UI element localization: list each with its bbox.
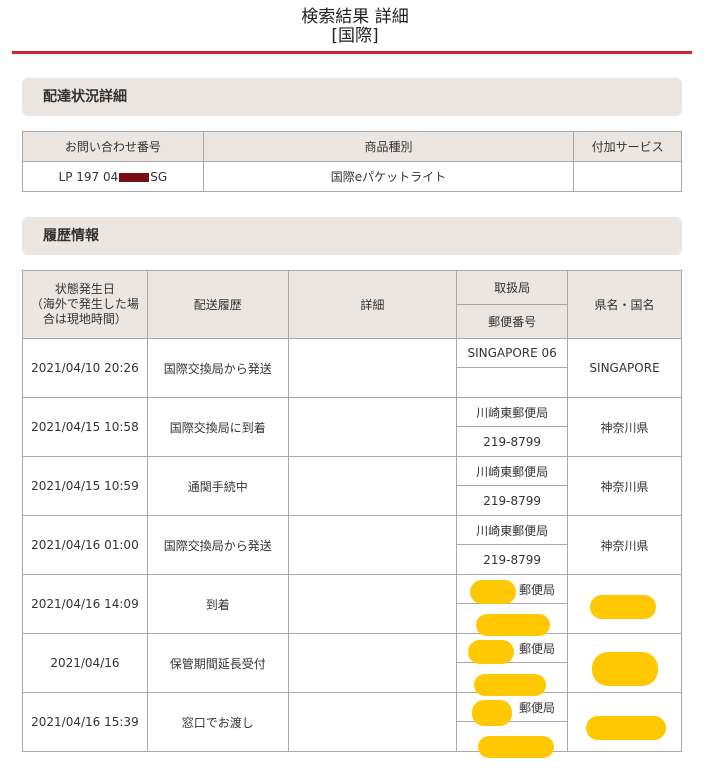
row-detail <box>287 633 458 693</box>
history-table: 状態発生日 （海外で発生した場 合は現地時間） 配送履歴 詳細 取扱局 県名・国… <box>22 270 682 752</box>
redaction-mark <box>468 640 514 664</box>
redaction-mark <box>592 652 658 686</box>
row-region: SINGAPORE <box>567 338 682 398</box>
product-type: 国際eパケットライト <box>202 161 575 192</box>
row-date: 2021/04/16 15:39 <box>22 692 148 752</box>
row-date: 2021/04/16 <box>22 633 148 693</box>
header-region: 県名・国名 <box>567 270 682 339</box>
row-date: 2021/04/16 14:09 <box>22 574 148 634</box>
row-region: 神奈川県 <box>567 397 682 457</box>
history-section-header: 履歴情報 <box>22 217 682 255</box>
redaction-mark <box>119 172 150 182</box>
row-status: 通関手続中 <box>146 456 289 516</box>
header-status: 配送履歴 <box>146 270 289 339</box>
row-status: 国際交換局に到着 <box>146 397 289 457</box>
row-status: 保管期間延長受付 <box>146 633 289 693</box>
row-date: 2021/04/16 01:00 <box>22 515 148 575</box>
delivery-section-header: 配達状況詳細 <box>22 78 682 116</box>
header-detail: 詳細 <box>287 270 458 339</box>
row-detail <box>287 338 458 398</box>
row-postal: 219-8799 <box>456 485 569 516</box>
row-office: 川崎東郵便局 <box>456 515 569 545</box>
tracking-number: LP 197 04 SG <box>22 161 204 192</box>
row-status: 窓口でお渡し <box>146 692 289 752</box>
row-date: 2021/04/15 10:59 <box>22 456 148 516</box>
row-detail <box>287 574 458 634</box>
row-status: 国際交換局から発送 <box>146 338 289 398</box>
row-office: SINGAPORE 06 <box>456 338 569 368</box>
row-postal <box>456 367 569 398</box>
row-date: 2021/04/15 10:58 <box>22 397 148 457</box>
row-region: 神奈川県 <box>567 456 682 516</box>
tracking-prefix: LP 197 04 <box>58 169 119 184</box>
row-detail <box>287 692 458 752</box>
redaction-mark <box>478 736 554 758</box>
row-status: 国際交換局から発送 <box>146 515 289 575</box>
redaction-mark <box>590 595 656 619</box>
row-region: 神奈川県 <box>567 515 682 575</box>
additional-service <box>573 161 682 192</box>
row-postal: 219-8799 <box>456 544 569 575</box>
row-postal: 219-8799 <box>456 426 569 457</box>
redaction-mark <box>586 716 666 740</box>
row-status: 到着 <box>146 574 289 634</box>
header-postal: 郵便番号 <box>456 304 569 339</box>
delivery-status-table: お問い合わせ番号 商品種別 付加サービス LP 197 04 SG 国際eパケット… <box>22 131 682 192</box>
header-additional-service: 付加サービス <box>573 131 682 162</box>
redaction-mark <box>476 614 550 636</box>
tracking-suffix: SG <box>150 169 168 184</box>
row-office: 川崎東郵便局 <box>456 456 569 486</box>
header-date: 状態発生日 （海外で発生した場 合は現地時間） <box>22 270 148 339</box>
row-date: 2021/04/10 20:26 <box>22 338 148 398</box>
page-title: 検索結果 詳細 <box>301 7 409 27</box>
redaction-mark <box>470 580 516 604</box>
header-tracking-number: お問い合わせ番号 <box>22 131 204 162</box>
redaction-mark <box>472 700 512 726</box>
row-detail <box>287 456 458 516</box>
title-divider <box>12 51 692 54</box>
row-detail <box>287 515 458 575</box>
row-office: 川崎東郵便局 <box>456 397 569 427</box>
redaction-mark <box>474 674 546 696</box>
header-office: 取扱局 <box>456 270 569 305</box>
row-detail <box>287 397 458 457</box>
header-product-type: 商品種別 <box>202 131 575 162</box>
page-subtitle: [国際] <box>331 26 379 46</box>
